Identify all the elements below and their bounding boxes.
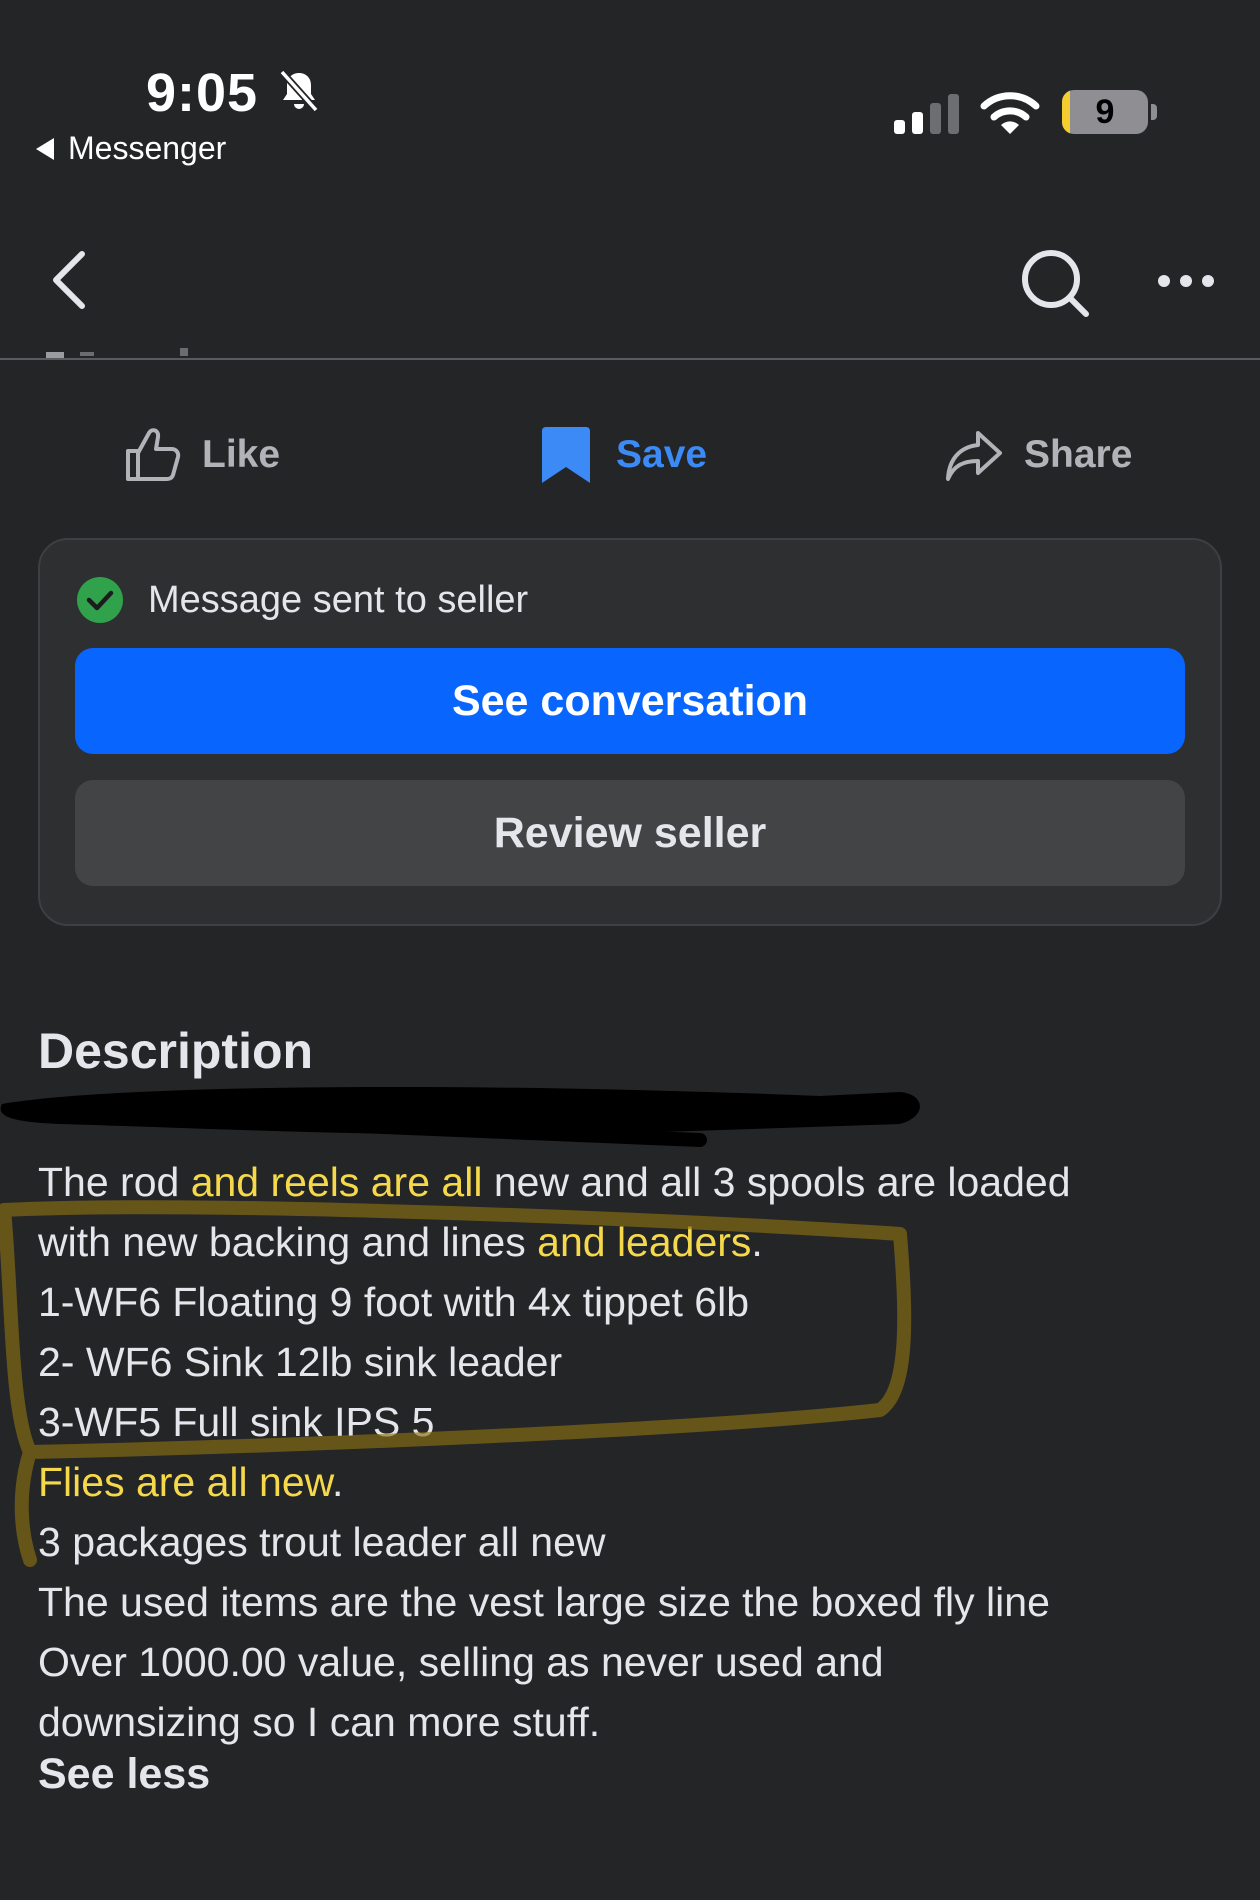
description-text: new and all 3 spools are loaded [482, 1159, 1071, 1205]
description-line: The rod and reels are all new and all 3 … [38, 1152, 1238, 1212]
back-app-label: Messenger [68, 130, 227, 166]
highlighted-text: Flies are all new [38, 1459, 332, 1505]
back-triangle-icon [36, 137, 54, 160]
description-text: 3-WF5 Full sink IPS 5 [38, 1399, 435, 1445]
description-text: The rod [38, 1159, 191, 1205]
description-line: 3 packages trout leader all new [38, 1512, 1238, 1572]
share-label: Share [1024, 433, 1133, 476]
redaction-scribble [0, 1086, 920, 1147]
like-button[interactable]: Like [122, 422, 280, 488]
thumbs-up-icon [126, 428, 181, 481]
description-text: with new backing and lines [38, 1219, 538, 1265]
bookmark-icon [542, 427, 590, 483]
highlighted-text: and reels are all [190, 1159, 483, 1205]
see-less-link[interactable]: See less [38, 1750, 210, 1799]
description-text: . [751, 1219, 763, 1265]
description-line: 2- WF6 Sink 12lb sink leader [38, 1332, 1238, 1392]
description-text: The used items are the vest large size t… [38, 1579, 1050, 1625]
battery-level: 9 [1095, 93, 1115, 131]
save-label: Save [616, 433, 708, 476]
description-heading: Description [38, 1023, 314, 1079]
cellular-signal-icon [894, 94, 959, 134]
description-line: Flies are all new. [38, 1452, 1238, 1512]
share-button[interactable]: Share [944, 422, 1132, 488]
description-text: Over 1000.00 value, selling as never use… [38, 1639, 884, 1685]
nav-divider [0, 358, 1260, 360]
more-icon[interactable] [1156, 270, 1216, 292]
save-button[interactable]: Save [536, 422, 707, 488]
description-text: 2- WF6 Sink 12lb sink leader [38, 1339, 563, 1385]
chevron-left-icon[interactable] [44, 248, 94, 312]
bell-slash-icon [279, 69, 319, 113]
battery-indicator: 9 [1062, 90, 1158, 136]
description-line: Over 1000.00 value, selling as never use… [38, 1632, 1238, 1692]
back-to-messenger[interactable]: Messenger [36, 130, 226, 167]
description-line: The used items are the vest large size t… [38, 1572, 1238, 1632]
share-arrow-icon [946, 431, 1002, 481]
check-circle-icon [77, 577, 123, 623]
description-text: downsizing so I can more stuff. [38, 1699, 601, 1745]
wifi-icon [980, 92, 1040, 134]
description-text: . [331, 1459, 344, 1505]
description-text: 3 packages trout leader all new [38, 1519, 606, 1565]
description-body: The rod and reels are all new and all 3 … [38, 1152, 1238, 1752]
highlighted-text: and leaders [537, 1219, 752, 1265]
review-seller-button[interactable]: Review seller [75, 780, 1185, 886]
description-line: with new backing and lines and leaders. [38, 1212, 1238, 1272]
description-text: 1-WF6 Floating 9 foot with 4x tippet 6lb [38, 1279, 750, 1325]
see-conversation-button[interactable]: See conversation [75, 648, 1185, 754]
like-label: Like [202, 433, 281, 476]
status-time: 9:05 [146, 63, 259, 123]
search-icon[interactable] [1018, 246, 1092, 320]
description-line: downsizing so I can more stuff. [38, 1692, 1238, 1752]
description-line: 1-WF6 Floating 9 foot with 4x tippet 6lb [38, 1272, 1238, 1332]
description-line: 3-WF5 Full sink IPS 5 [38, 1392, 1238, 1452]
message-sent-status: Message sent to seller [148, 579, 529, 621]
